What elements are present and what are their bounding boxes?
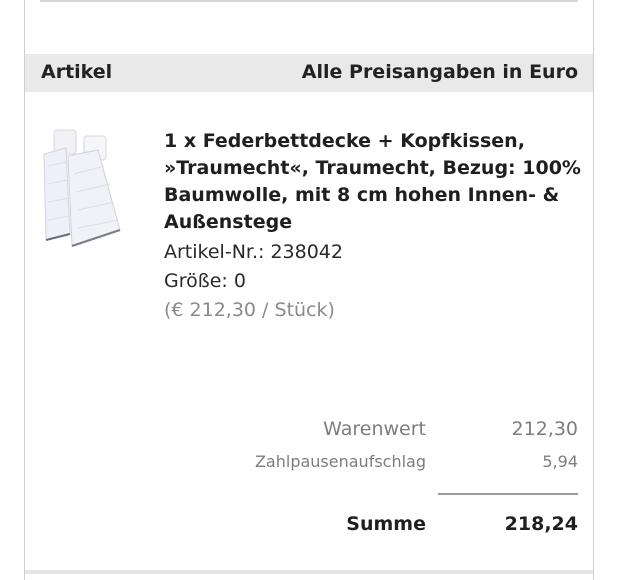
goods-value: 212,30 <box>511 418 578 440</box>
article-number: Artikel-Nr.: 238042 <box>164 241 343 263</box>
surcharge-row: Zahlpausenaufschlag 5,94 <box>200 448 578 478</box>
sum-value: 218,24 <box>504 513 578 535</box>
product-details: 1 x Federbettdecke + Kopfkissen, »Traume… <box>164 128 584 325</box>
article-column-header: Artikel <box>41 61 113 83</box>
bedding-image <box>43 129 121 247</box>
sum-row: Summe 218,24 <box>200 513 578 541</box>
sum-label: Summe <box>346 513 426 535</box>
product-size: Größe: 0 <box>164 270 246 292</box>
surcharge-value: 5,94 <box>542 452 578 471</box>
bottom-divider <box>25 570 593 574</box>
goods-value-label: Warenwert <box>323 418 426 440</box>
product-image[interactable] <box>40 126 124 250</box>
unit-price: (€ 212,30 / Stück) <box>164 299 335 321</box>
sum-divider <box>438 493 578 495</box>
table-header: Artikel Alle Preisangaben in Euro <box>25 54 593 92</box>
totals-block: Warenwert 212,30 Zahlpausenaufschlag 5,9… <box>200 418 578 478</box>
surcharge-label: Zahlpausenaufschlag <box>254 452 426 471</box>
top-divider <box>40 0 578 2</box>
product-title[interactable]: 1 x Federbettdecke + Kopfkissen, »Traume… <box>164 128 584 236</box>
goods-value-row: Warenwert 212,30 <box>200 418 578 448</box>
price-info-header: Alle Preisangaben in Euro <box>301 61 578 83</box>
